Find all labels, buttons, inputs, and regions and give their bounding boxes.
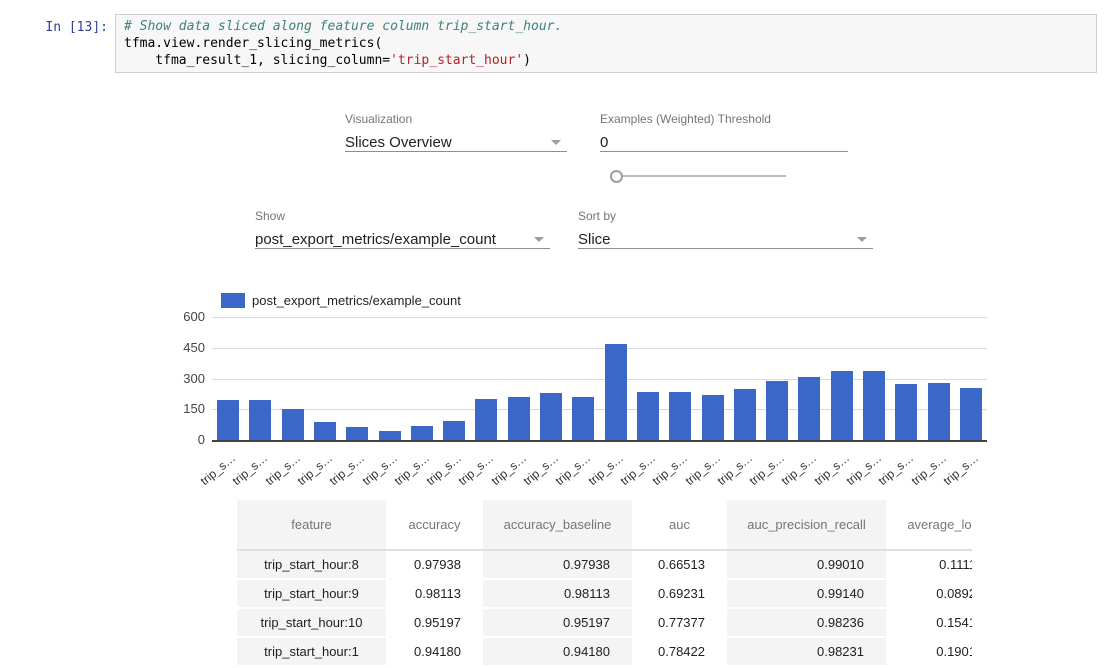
bar-slice-21[interactable] [895, 384, 917, 440]
metric-cell: 0.98113 [483, 580, 632, 609]
bar-slice-1[interactable] [249, 400, 271, 440]
table-header-row: featureaccuracyaccuracy_baselineaucauc_p… [237, 500, 972, 551]
y-tick-label: 300 [160, 371, 205, 387]
metric-cell: 0.77377 [632, 609, 727, 638]
bar-slice-16[interactable] [734, 389, 756, 440]
metric-cell: 0.95197 [483, 609, 632, 638]
metric-cell: 0.94180 [483, 638, 632, 667]
column-header-accuracy_baseline[interactable]: accuracy_baseline [483, 500, 632, 551]
bar-slice-9[interactable] [508, 397, 530, 440]
bar-slice-22[interactable] [928, 383, 950, 440]
bar-slice-20[interactable] [863, 371, 885, 440]
metric-cell: 0.66513 [632, 551, 727, 580]
metrics-table: featureaccuracyaccuracy_baselineaucauc_p… [237, 500, 972, 668]
metric-cell: 0.94180 [386, 638, 483, 667]
bar-slice-3[interactable] [314, 422, 336, 440]
metric-cell: 0.0892 [886, 580, 972, 609]
legend-label: post_export_metrics/example_count [252, 293, 461, 308]
metric-cell: 0.98113 [386, 580, 483, 609]
feature-cell: trip_start_hour:9 [237, 580, 386, 609]
bar-slice-6[interactable] [411, 426, 433, 440]
table-row[interactable]: trip_start_hour:100.951970.951970.773770… [237, 609, 972, 638]
y-tick-label: 0 [160, 432, 205, 448]
y-tick-label: 150 [160, 401, 205, 417]
bar-slice-12[interactable] [605, 344, 627, 440]
metric-cell: 0.97938 [483, 551, 632, 580]
column-header-auc[interactable]: auc [632, 500, 727, 551]
column-header-accuracy[interactable]: accuracy [386, 500, 483, 551]
y-tick-label: 450 [160, 340, 205, 356]
metric-cell: 0.1541 [886, 609, 972, 638]
feature-cell: trip_start_hour:8 [237, 551, 386, 580]
metric-cell: 0.98231 [727, 638, 886, 667]
bar-slice-10[interactable] [540, 393, 562, 440]
legend-swatch [221, 293, 245, 308]
bar-slice-4[interactable] [346, 427, 368, 440]
metric-cell: 0.97938 [386, 551, 483, 580]
slices-bar-chart: post_export_metrics/example_count 0 150 30… [0, 0, 1111, 500]
bar-slice-14[interactable] [669, 392, 691, 440]
gridline [212, 317, 987, 318]
metric-cell: 0.95197 [386, 609, 483, 638]
metric-cell: 0.99010 [727, 551, 886, 580]
feature-cell: trip_start_hour:1 [237, 638, 386, 667]
y-tick-label: 600 [160, 309, 205, 325]
x-axis-line [212, 440, 987, 442]
column-header-auc_precision_recall[interactable]: auc_precision_recall [727, 500, 886, 551]
bar-slice-0[interactable] [217, 400, 239, 440]
metric-cell: 0.1111 [886, 551, 972, 580]
metric-cell: 0.78422 [632, 638, 727, 667]
bar-slice-15[interactable] [702, 395, 724, 440]
metric-cell: 0.1901 [886, 638, 972, 667]
bar-slice-17[interactable] [766, 381, 788, 440]
column-header-average_loss[interactable]: average_loss [886, 500, 972, 551]
bar-slice-19[interactable] [831, 371, 853, 440]
bar-slice-13[interactable] [637, 392, 659, 440]
column-header-feature[interactable]: feature [237, 500, 386, 551]
metric-cell: 0.69231 [632, 580, 727, 609]
table-row[interactable]: trip_start_hour:80.979380.979380.665130.… [237, 551, 972, 580]
table-row[interactable]: trip_start_hour:90.981130.981130.692310.… [237, 580, 972, 609]
bar-slice-8[interactable] [475, 399, 497, 440]
bar-slice-18[interactable] [798, 377, 820, 440]
bar-slice-11[interactable] [572, 397, 594, 440]
bar-slice-2[interactable] [282, 409, 304, 440]
metric-cell: 0.99140 [727, 580, 886, 609]
table-row[interactable]: trip_start_hour:10.941800.941800.784220.… [237, 638, 972, 667]
metric-cell: 0.98236 [727, 609, 886, 638]
bar-slice-5[interactable] [379, 431, 401, 440]
feature-cell: trip_start_hour:10 [237, 609, 386, 638]
bar-slice-7[interactable] [443, 421, 465, 440]
gridline [212, 348, 987, 349]
bar-slice-23[interactable] [960, 388, 982, 440]
